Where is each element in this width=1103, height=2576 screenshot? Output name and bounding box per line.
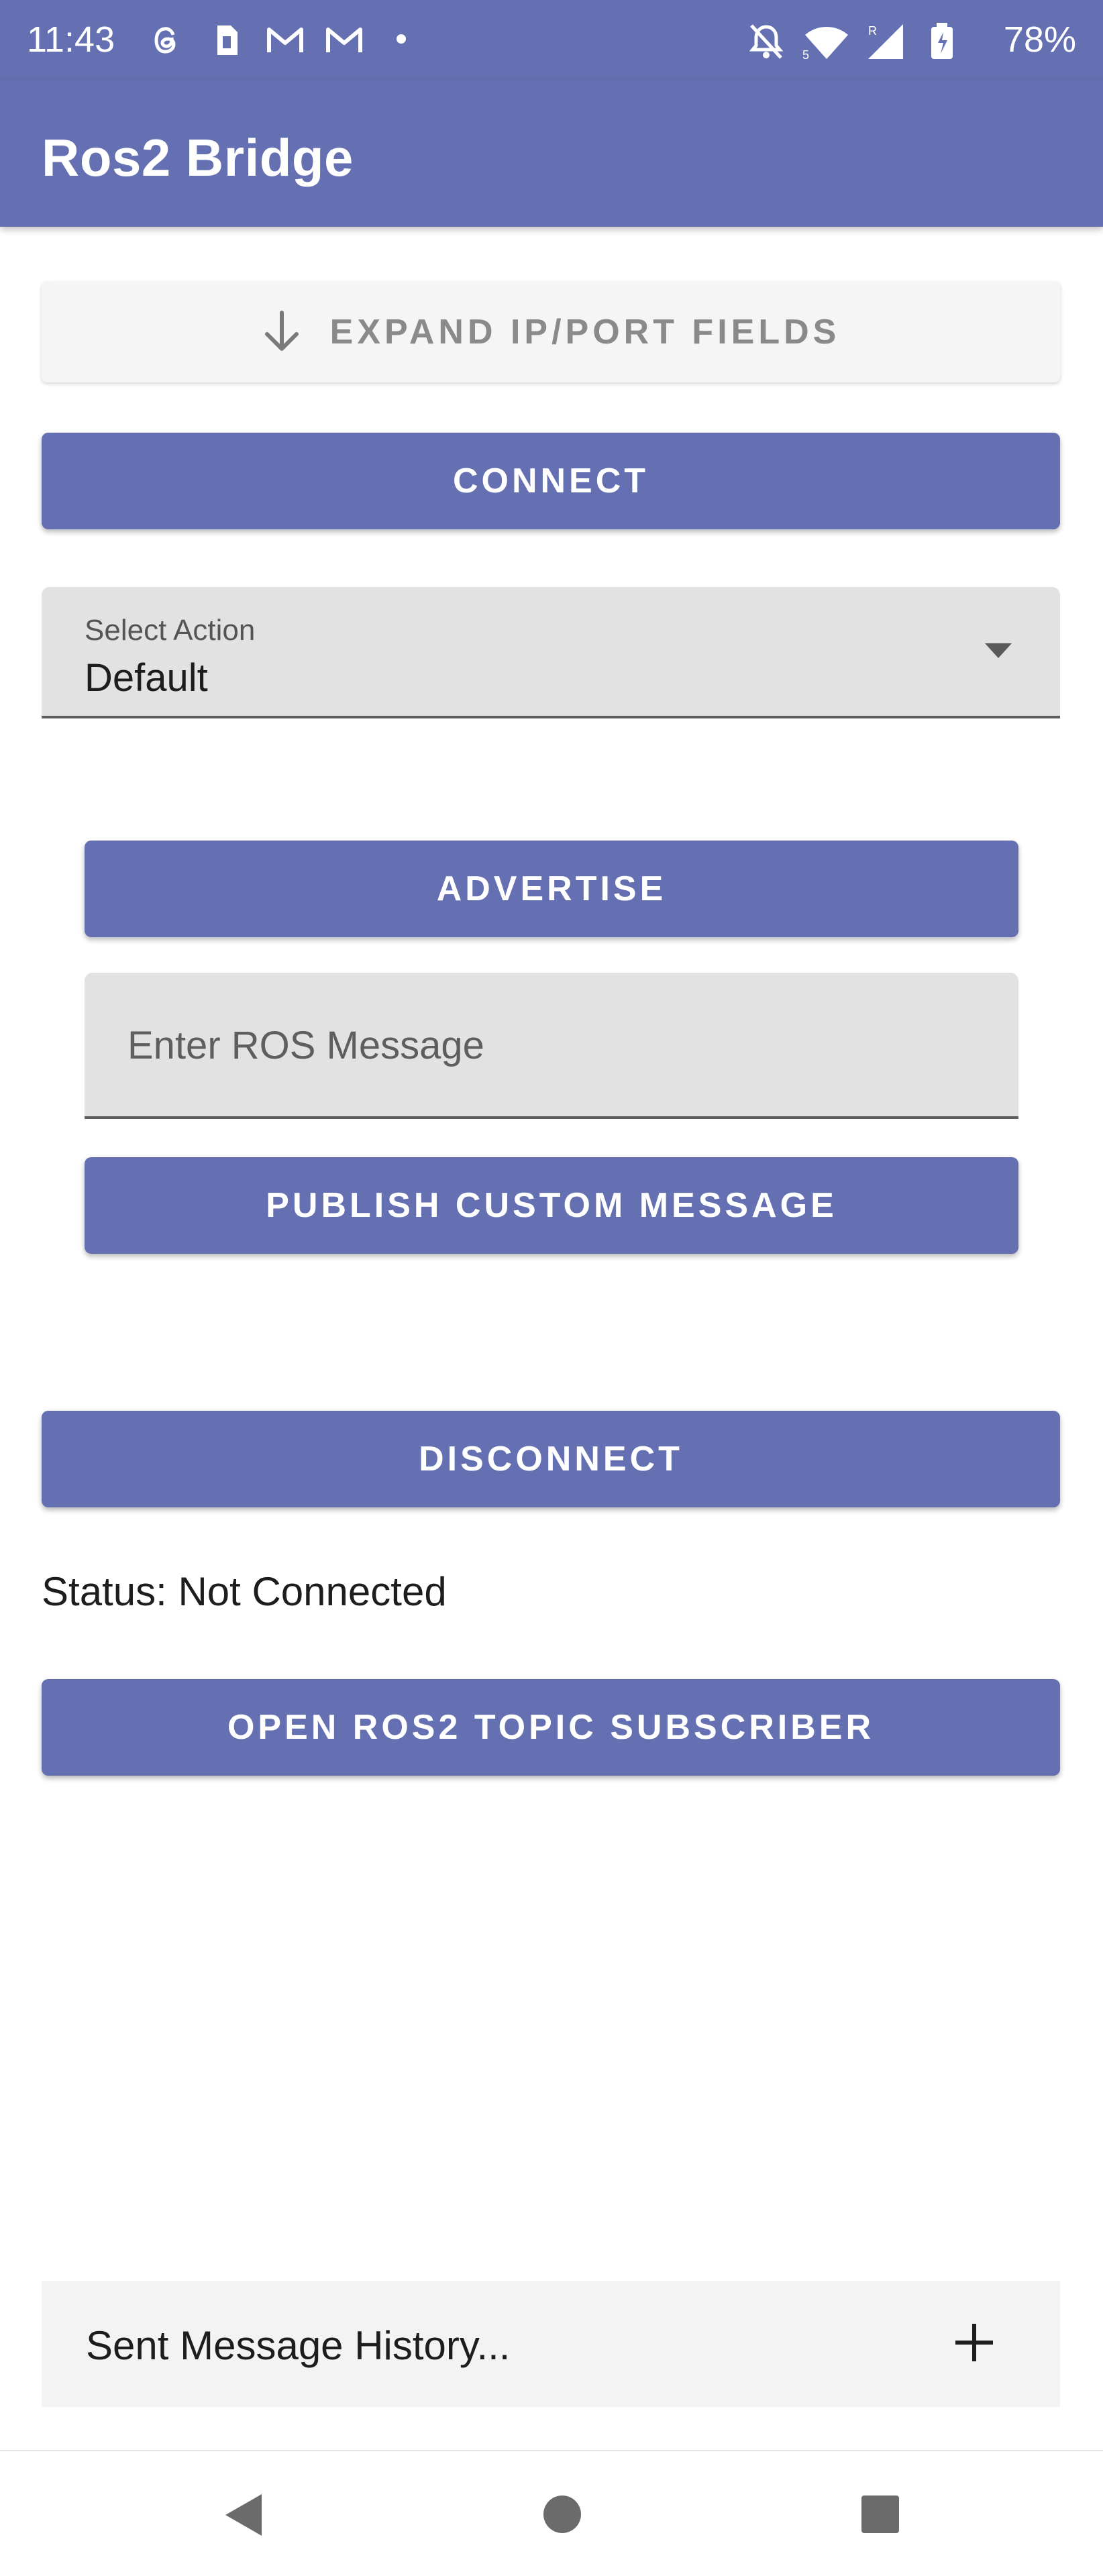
connection-status: Status: Not Connected [42,1569,447,1614]
svg-text:5: 5 [802,48,809,60]
gmail-icon [325,23,364,61]
publish-custom-message-button[interactable]: PUBLISH CUSTOM MESSAGE [85,1157,1018,1254]
back-icon[interactable] [221,2491,264,2542]
select-action-label: Select Action [85,614,256,647]
sent-message-history-panel[interactable]: Sent Message History... [42,2281,1060,2407]
battery-icon [930,23,954,64]
advertise-button[interactable]: ADVERTISE [85,841,1018,937]
wifi-icon: 5 [802,23,853,64]
mute-bell-icon [749,23,784,64]
ros-message-placeholder: Enter ROS Message [127,1024,484,1067]
plus-icon[interactable] [953,2321,996,2367]
disconnect-button[interactable]: DISCONNECT [42,1411,1060,1507]
battery-percent: 78% [1003,19,1076,60]
threads-icon [153,23,182,61]
connect-button[interactable]: CONNECT [42,433,1060,529]
home-icon[interactable] [542,2494,582,2538]
arrow-down-icon [262,310,302,354]
signal-icon: R [865,23,906,64]
app-bar: Ros2 Bridge [0,80,1103,227]
dot-icon [396,34,407,48]
gmail-icon [266,23,305,61]
select-action-dropdown[interactable]: Select Action Default [42,587,1060,718]
open-topic-subscriber-button[interactable]: OPEN ROS2 TOPIC SUBSCRIBER [42,1679,1060,1776]
svg-text:R: R [868,24,877,38]
expand-button-label: EXPAND IP/PORT FIELDS [329,313,841,352]
ros-message-input[interactable]: Enter ROS Message [85,973,1018,1119]
recents-icon[interactable] [860,2494,900,2538]
navigation-bar [0,2450,1103,2576]
status-bar: 11:43 5 R 78% [0,0,1103,80]
history-label: Sent Message History... [86,2323,511,2368]
sim-icon [213,23,240,61]
status-time: 11:43 [27,19,115,60]
expand-ip-port-button[interactable]: EXPAND IP/PORT FIELDS [42,282,1060,382]
select-action-value: Default [85,656,208,700]
app-title: Ros2 Bridge [42,128,354,187]
caret-down-icon [985,643,1012,661]
